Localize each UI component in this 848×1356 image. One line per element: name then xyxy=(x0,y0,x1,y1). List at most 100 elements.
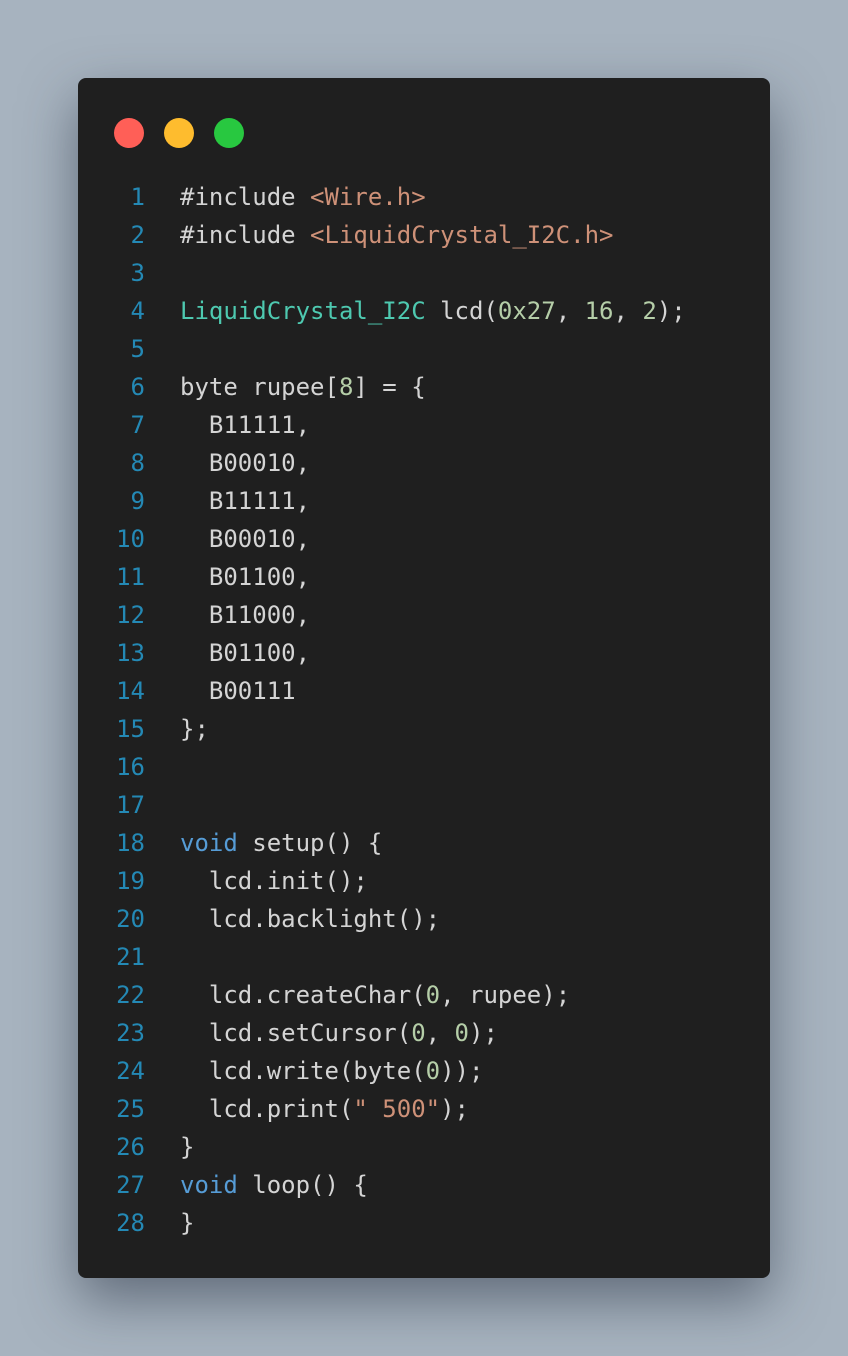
code-token: 0 xyxy=(425,1057,441,1085)
code-line: 1 #include <Wire.h> xyxy=(78,178,770,216)
line-source: byte rupee[8] = { xyxy=(180,368,426,406)
line-number: 26 xyxy=(116,1133,145,1161)
line-source: B00010, xyxy=(180,444,310,482)
line-number: 10 xyxy=(116,525,145,553)
code-token: ); xyxy=(469,1019,498,1047)
code-line: 2 #include <LiquidCrystal_I2C.h> xyxy=(78,216,770,254)
code-token: 16 xyxy=(584,297,614,325)
line-number: 14 xyxy=(116,677,145,705)
maximize-window-dot-icon[interactable] xyxy=(214,118,244,148)
code-line: 7 B11111, xyxy=(78,406,770,444)
line-number: 16 xyxy=(116,753,145,781)
code-line: 4 LiquidCrystal_I2C lcd(0x27, 16, 2); xyxy=(78,292,770,330)
code-token: #include xyxy=(180,183,311,211)
code-line: 5 xyxy=(78,330,770,368)
code-line: 25 lcd.print(" 500"); xyxy=(78,1090,770,1128)
line-number: 7 xyxy=(130,411,145,439)
code-line: 24 lcd.write(byte(0)); xyxy=(78,1052,770,1090)
code-line: 28} xyxy=(78,1204,770,1242)
code-line: 15}; xyxy=(78,710,770,748)
line-source: B00111 xyxy=(180,672,296,710)
line-source: B11111, xyxy=(180,406,310,444)
code-token: B01100, xyxy=(180,563,311,591)
line-number: 15 xyxy=(116,715,145,743)
code-window: 1 #include <Wire.h> 2 #include <LiquidCryst… xyxy=(78,78,770,1278)
code-token: } xyxy=(180,1209,195,1237)
code-line: 16 xyxy=(78,748,770,786)
code-line: 6 byte rupee[8] = { xyxy=(78,368,770,406)
code-line: 9 B11111, xyxy=(78,482,770,520)
code-token: 0 xyxy=(454,1019,469,1047)
code-token: , xyxy=(425,1019,455,1047)
code-line: 26} xyxy=(78,1128,770,1166)
code-line: 11 B01100, xyxy=(78,558,770,596)
code-token: 0 xyxy=(425,981,441,1009)
code-token: B00111 xyxy=(180,677,296,705)
code-token: lcd.createChar( xyxy=(180,981,426,1009)
code-token: setup() { xyxy=(237,829,383,857)
code-token: void xyxy=(180,1171,238,1199)
line-number: 5 xyxy=(130,335,145,363)
code-block: 1 #include <Wire.h> 2 #include <LiquidCryst… xyxy=(78,178,770,1242)
line-number: 19 xyxy=(116,867,145,895)
line-source: }; xyxy=(180,710,209,748)
code-line: 10 B00010, xyxy=(78,520,770,558)
code-token: <LiquidCrystal_I2C.h> xyxy=(310,221,614,249)
code-token: 8 xyxy=(338,373,354,401)
line-number: 25 xyxy=(116,1095,145,1123)
code-token: #include xyxy=(180,221,311,249)
code-token: B11111, xyxy=(180,487,311,515)
code-token: B00010, xyxy=(180,525,311,553)
code-line: 20 lcd.backlight(); xyxy=(78,900,770,938)
code-token: " 500" xyxy=(353,1095,441,1123)
code-token: } xyxy=(180,1133,195,1161)
line-source: lcd.print(" 500"); xyxy=(180,1090,469,1128)
code-line: 13 B01100, xyxy=(78,634,770,672)
code-line: 18 void setup() { xyxy=(78,824,770,862)
code-line: 22 lcd.createChar(0, rupee); xyxy=(78,976,770,1014)
line-source: lcd.write(byte(0)); xyxy=(180,1052,484,1090)
line-source: } xyxy=(180,1204,194,1242)
code-token: lcd.print( xyxy=(180,1095,354,1123)
code-token: ] = { xyxy=(353,373,426,401)
minimize-window-dot-icon[interactable] xyxy=(164,118,194,148)
line-source: LiquidCrystal_I2C lcd(0x27, 16, 2); xyxy=(180,292,686,330)
code-token: ); xyxy=(440,1095,469,1123)
code-token: byte rupee[ xyxy=(180,373,339,401)
line-source: B01100, xyxy=(180,558,310,596)
code-token: }; xyxy=(180,715,209,743)
line-number: 8 xyxy=(130,449,145,477)
line-number: 3 xyxy=(130,259,145,287)
line-number: 13 xyxy=(116,639,145,667)
line-source: B00010, xyxy=(180,520,310,558)
line-number: 22 xyxy=(116,981,145,1009)
line-source: lcd.setCursor(0, 0); xyxy=(180,1014,498,1052)
line-source: B11000, xyxy=(180,596,310,634)
code-token: , xyxy=(555,297,585,325)
code-line: 23 lcd.setCursor(0, 0); xyxy=(78,1014,770,1052)
line-source: lcd.createChar(0, rupee); xyxy=(180,976,570,1014)
line-number: 27 xyxy=(116,1171,145,1199)
line-number: 20 xyxy=(116,905,145,933)
code-token: lcd.setCursor( xyxy=(180,1019,412,1047)
code-line: 19 lcd.init(); xyxy=(78,862,770,900)
code-token: B11000, xyxy=(180,601,311,629)
line-number: 1 xyxy=(130,183,145,211)
code-token: void xyxy=(180,829,238,857)
code-line: 17 xyxy=(78,786,770,824)
code-token: , rupee); xyxy=(440,981,571,1009)
line-number: 2 xyxy=(130,221,145,249)
line-number: 28 xyxy=(116,1209,145,1237)
line-source: B11111, xyxy=(180,482,310,520)
line-number: 9 xyxy=(130,487,145,515)
line-source: void loop() { xyxy=(180,1166,368,1204)
code-token: 0 xyxy=(411,1019,426,1047)
close-window-dot-icon[interactable] xyxy=(114,118,144,148)
code-token: 2 xyxy=(642,297,657,325)
line-source: #include <LiquidCrystal_I2C.h> xyxy=(180,216,613,254)
code-token: )); xyxy=(440,1057,484,1085)
code-token: loop() { xyxy=(237,1171,368,1199)
code-token: 0x27 xyxy=(497,297,556,325)
code-token: B11111, xyxy=(180,411,311,439)
code-token: B00010, xyxy=(180,449,311,477)
